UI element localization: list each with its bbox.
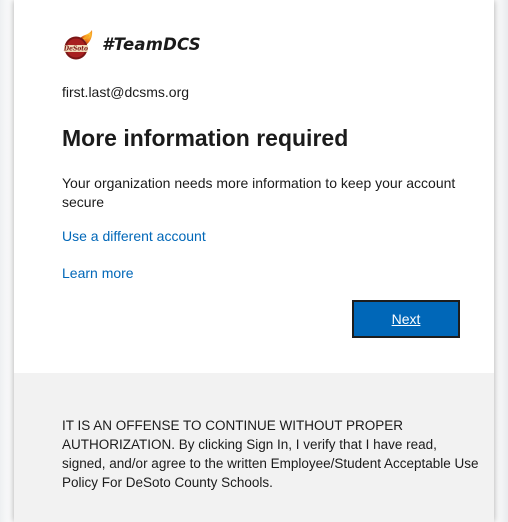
sign-in-card: DeSoto #TeamDCS first.last@dcsms.org Mor… <box>14 0 494 522</box>
account-email: first.last@dcsms.org <box>62 84 190 100</box>
authorization-footer: IT IS AN OFFENSE TO CONTINUE WITHOUT PRO… <box>14 373 494 522</box>
page-background: DeSoto #TeamDCS first.last@dcsms.org Mor… <box>0 0 508 522</box>
info-description: Your organization needs more information… <box>62 175 456 210</box>
logo-graphic: DeSoto <box>63 30 93 60</box>
sign-in-panel: DeSoto #TeamDCS first.last@dcsms.org Mor… <box>14 0 494 373</box>
use-different-account-link[interactable]: Use a different account <box>62 228 206 244</box>
learn-more-link[interactable]: Learn more <box>62 265 134 281</box>
brand-name: #TeamDCS <box>102 34 201 54</box>
authorization-notice: IT IS AN OFFENSE TO CONTINUE WITHOUT PRO… <box>62 418 479 490</box>
logo-text: DeSoto <box>63 46 88 53</box>
page-title: More information required <box>62 125 349 151</box>
desoto-county-schools-logo-icon: DeSoto <box>62 27 96 61</box>
next-button[interactable]: Next <box>352 300 460 338</box>
brand-header: DeSoto #TeamDCS <box>62 24 201 64</box>
